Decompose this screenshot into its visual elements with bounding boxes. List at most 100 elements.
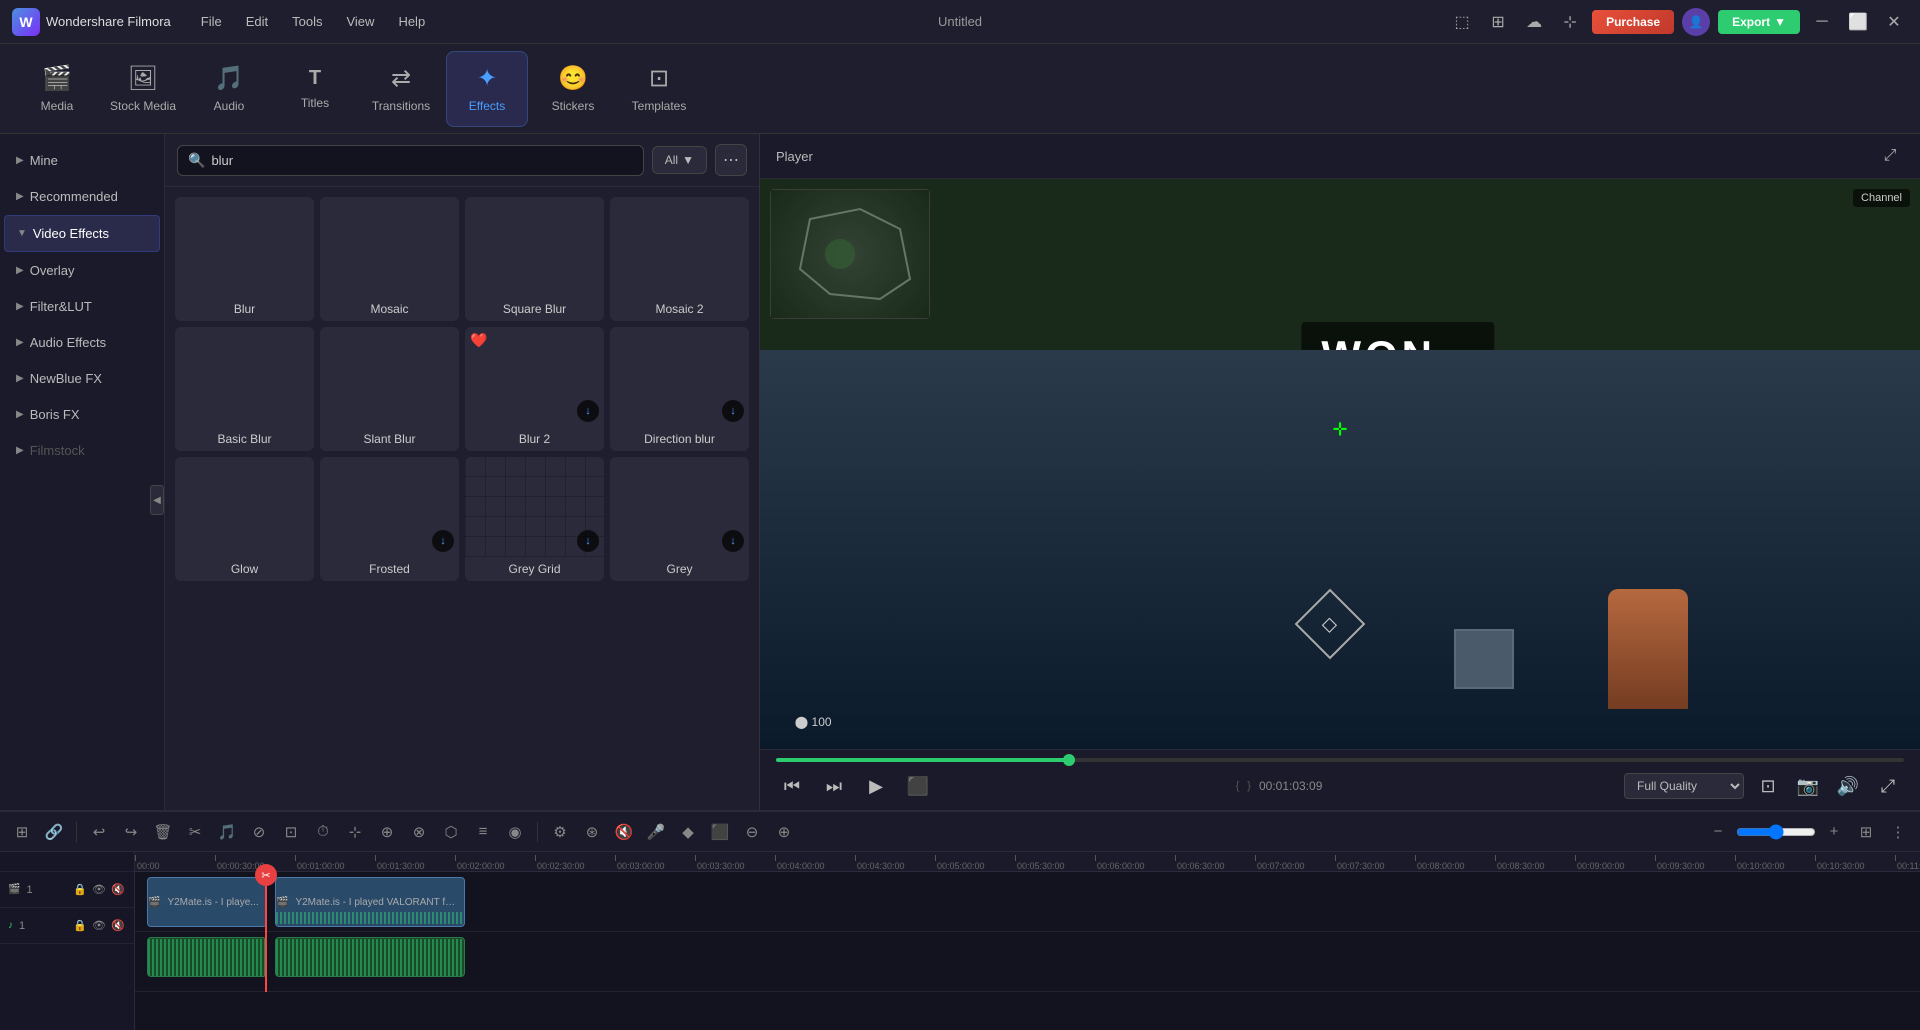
close-button[interactable]: ✕ [1880, 8, 1908, 36]
sidebar-item-newblue-fx[interactable]: ▶ NewBlue FX [4, 361, 160, 396]
volume-icon[interactable]: 🔊 [1832, 770, 1864, 802]
screenshot-icon[interactable]: 📷 [1792, 770, 1824, 802]
mute-track-button[interactable]: 🔇 [110, 882, 126, 898]
playhead[interactable]: ✂ [265, 872, 267, 992]
download-icon[interactable]: ↓ [577, 530, 599, 552]
menu-help[interactable]: Help [388, 10, 435, 33]
zoom-out-button[interactable]: − [1704, 818, 1732, 846]
effect-card-slant-blur[interactable]: Slant Blur [320, 327, 459, 451]
filter-dropdown[interactable]: All ▼ [652, 146, 707, 174]
transform-button[interactable]: ⊹ [341, 818, 369, 846]
effect-card-blur2[interactable]: ❤️↓Blur 2 [465, 327, 604, 451]
chroma-key-button[interactable]: ⊗ [405, 818, 433, 846]
zoom-slider[interactable] [1736, 824, 1816, 840]
avatar[interactable]: 👤 [1682, 8, 1710, 36]
effect-card-grey[interactable]: ↓Grey [610, 457, 749, 581]
search-input[interactable] [211, 153, 632, 168]
toolbar-item-media[interactable]: 🎬 Media [16, 51, 98, 127]
stop-button[interactable]: ⬛ [902, 770, 934, 802]
effect-card-frosted[interactable]: ↓Frosted [320, 457, 459, 581]
toolbar-item-templates[interactable]: ⊡ Templates [618, 51, 700, 127]
more-timeline-button[interactable]: ⋮ [1884, 818, 1912, 846]
sidebar-item-filter-lut[interactable]: ▶ Filter&LUT [4, 289, 160, 324]
effect-card-grey-grid[interactable]: ↓Grey Grid [465, 457, 604, 581]
timeline-main[interactable]: 00:0000:00:30:0000:01:00:0000:01:30:0000… [135, 852, 1920, 1030]
effect-card-square-blur[interactable]: Square Blur [465, 197, 604, 321]
toolbar-item-stock-media[interactable]: 🖼 Stock Media [102, 51, 184, 127]
split-screen-button[interactable]: ⬛ [706, 818, 734, 846]
add-media-button[interactable]: ⊞ [8, 818, 36, 846]
more-options-button[interactable]: ⋯ [715, 144, 747, 176]
effect-card-basic-blur[interactable]: Basic Blur [175, 327, 314, 451]
delete-button[interactable]: 🗑 [149, 818, 177, 846]
ripple-cut-button[interactable]: ⊘ [245, 818, 273, 846]
download-icon[interactable]: ↓ [722, 400, 744, 422]
toolbar-item-effects[interactable]: ✦ Effects [446, 51, 528, 127]
audio-mix-button[interactable]: 🎵 [213, 818, 241, 846]
effect-card-mosaic2[interactable]: Mosaic 2 [610, 197, 749, 321]
effect-card-glow[interactable]: Glow [175, 457, 314, 581]
cloud-icon[interactable]: ☁ [1520, 8, 1548, 36]
sidebar-item-audio-effects[interactable]: ▶ Audio Effects [4, 325, 160, 360]
skip-back-button[interactable]: ⏮ [776, 770, 808, 802]
link-button[interactable]: 🔗 [40, 818, 68, 846]
mask-button[interactable]: ⬡ [437, 818, 465, 846]
export-button[interactable]: Export ▼ [1718, 10, 1800, 34]
toolbar-item-transitions[interactable]: ⇄ Transitions [360, 51, 442, 127]
menu-edit[interactable]: Edit [236, 10, 278, 33]
share-icon[interactable]: ⊹ [1556, 8, 1584, 36]
color-match-button[interactable]: ◉ [501, 818, 529, 846]
step-back-button[interactable]: ⏭ [818, 770, 850, 802]
sidebar-item-video-effects[interactable]: ▼ Video Effects [4, 215, 160, 252]
monitor-icon[interactable]: ⬚ [1448, 8, 1476, 36]
hide-track-button[interactable]: 👁 [91, 882, 107, 898]
lock-audio-button[interactable]: 🔒 [72, 918, 88, 934]
voice-over-button[interactable]: 🎤 [642, 818, 670, 846]
quality-select[interactable]: Full Quality Half Quality Quarter Qualit… [1624, 773, 1744, 799]
effect-card-mosaic[interactable]: Mosaic [320, 197, 459, 321]
crop-button[interactable]: ⊡ [277, 818, 305, 846]
progress-bar[interactable] [776, 758, 1904, 762]
fullscreen-icon[interactable]: ⤢ [1872, 770, 1904, 802]
hide-audio-button[interactable]: 👁 [91, 918, 107, 934]
mute-button[interactable]: 🔇 [610, 818, 638, 846]
menu-file[interactable]: File [191, 10, 232, 33]
stabilize-button[interactable]: ⊕ [373, 818, 401, 846]
toolbar-item-stickers[interactable]: 😊 Stickers [532, 51, 614, 127]
display-settings-icon[interactable]: ⊡ [1752, 770, 1784, 802]
audio-detach-button[interactable]: ✂ [181, 818, 209, 846]
add-marker-button[interactable]: ⊕ [770, 818, 798, 846]
menu-tools[interactable]: Tools [282, 10, 332, 33]
purchase-button[interactable]: Purchase [1592, 10, 1674, 34]
audio-clip-2[interactable] [275, 937, 465, 977]
mute-audio-button[interactable]: 🔇 [110, 918, 126, 934]
speed-button[interactable]: ⏱ [309, 818, 337, 846]
keyframe-button[interactable]: ◆ [674, 818, 702, 846]
play-button[interactable]: ▶ [860, 770, 892, 802]
subtract-button[interactable]: ⊖ [738, 818, 766, 846]
download-icon[interactable]: ↓ [577, 400, 599, 422]
effect-card-blur[interactable]: Blur [175, 197, 314, 321]
sidebar-collapse-button[interactable]: ◀ [150, 485, 164, 515]
sidebar-item-boris-fx[interactable]: ▶ Boris FX [4, 397, 160, 432]
minimize-button[interactable]: ─ [1808, 8, 1836, 36]
equalizer-button[interactable]: ≡ [469, 818, 497, 846]
download-icon[interactable]: ↓ [432, 530, 454, 552]
video-clip-2[interactable]: 🎬 Y2Mate.is - I played VALORANT for 3... [275, 877, 465, 927]
redo-button[interactable]: ↪ [117, 818, 145, 846]
grid-icon[interactable]: ⊞ [1484, 8, 1512, 36]
undo-button[interactable]: ↩ [85, 818, 113, 846]
effect-card-direction-blur[interactable]: ↓Direction blur [610, 327, 749, 451]
toolbar-item-titles[interactable]: T Titles [274, 51, 356, 127]
grid-view-button[interactable]: ⊞ [1852, 818, 1880, 846]
settings-button[interactable]: ⚙ [546, 818, 574, 846]
sidebar-item-overlay[interactable]: ▶ Overlay [4, 253, 160, 288]
maximize-button[interactable]: ⬜ [1844, 8, 1872, 36]
download-icon[interactable]: ↓ [722, 530, 744, 552]
player-expand-icon[interactable]: ⤢ [1876, 142, 1904, 170]
player-video[interactable]: Channel WON ENEMY TEAM ELIMINATED ⬤ 100 [760, 179, 1920, 749]
zoom-in-button[interactable]: + [1820, 818, 1848, 846]
video-clip-1[interactable]: 🎬 Y2Mate.is - I playe... [147, 877, 267, 927]
sidebar-item-recommended[interactable]: ▶ Recommended [4, 179, 160, 214]
toolbar-item-audio[interactable]: 🎵 Audio [188, 51, 270, 127]
